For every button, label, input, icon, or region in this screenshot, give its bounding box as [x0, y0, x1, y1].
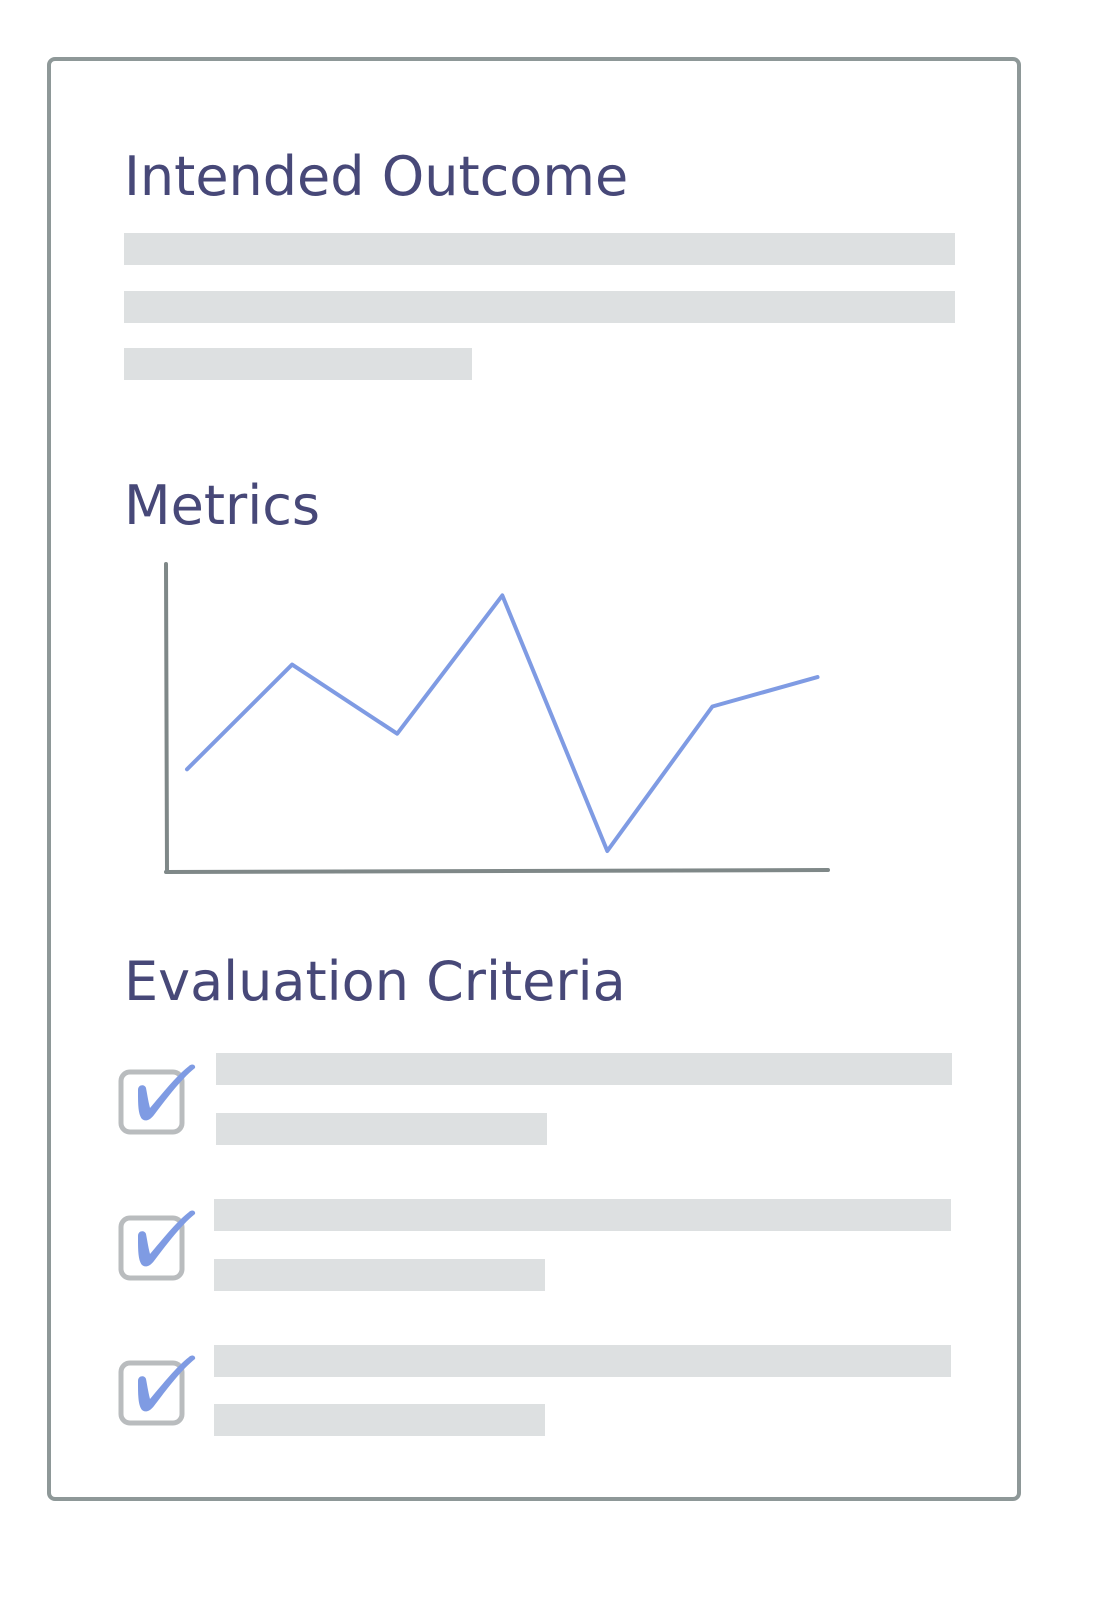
checked-checkbox-icon[interactable] [116, 1060, 196, 1140]
metrics-heading: Metrics [124, 474, 321, 537]
criterion-placeholder-line [214, 1259, 545, 1291]
intended-outcome-heading: Intended Outcome [124, 145, 629, 208]
criterion-placeholder-line [214, 1345, 951, 1377]
evaluation-criteria-heading: Evaluation Criteria [124, 950, 626, 1013]
series-line [185, 593, 820, 853]
criterion-placeholder-line [214, 1199, 951, 1231]
y-axis [164, 562, 169, 874]
x-axis [164, 868, 830, 874]
criterion-placeholder-line [214, 1404, 545, 1436]
criterion-placeholder-line [216, 1053, 952, 1085]
checked-checkbox-icon[interactable] [116, 1351, 196, 1431]
text-placeholder-line [124, 348, 472, 380]
metrics-line-chart [164, 562, 830, 874]
checked-checkbox-icon[interactable] [116, 1206, 196, 1286]
criterion-placeholder-line [216, 1113, 547, 1145]
text-placeholder-line [124, 233, 955, 265]
text-placeholder-line [124, 291, 955, 323]
